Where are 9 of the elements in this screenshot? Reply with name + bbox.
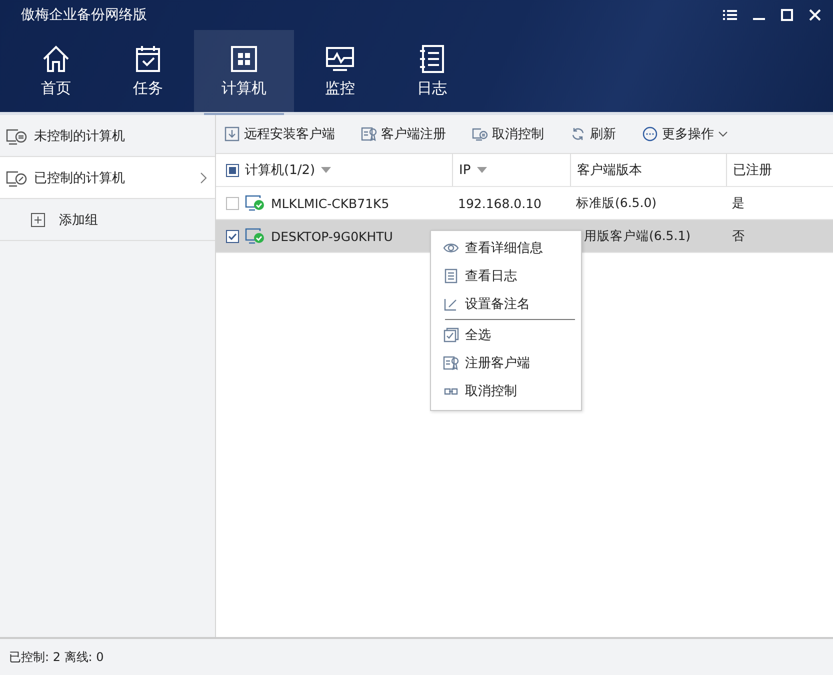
window-title: 傲梅企业备份网络版 bbox=[21, 6, 147, 24]
table-cell: 192.168.0.10 bbox=[458, 196, 542, 210]
table-cell: 标准版(6.5.0) bbox=[576, 194, 657, 212]
table-cell: MLKLMIC-CKB71K5 bbox=[271, 196, 390, 210]
status-text: 已控制: 2 离线: 0 bbox=[9, 648, 104, 666]
table-cell: DESKTOP-9G0KHTU bbox=[271, 228, 393, 244]
table-cell: 是 bbox=[732, 194, 745, 212]
table-cell: 否 bbox=[732, 228, 745, 244]
table-cell: 用版客户端(6.5.1) bbox=[584, 228, 691, 244]
